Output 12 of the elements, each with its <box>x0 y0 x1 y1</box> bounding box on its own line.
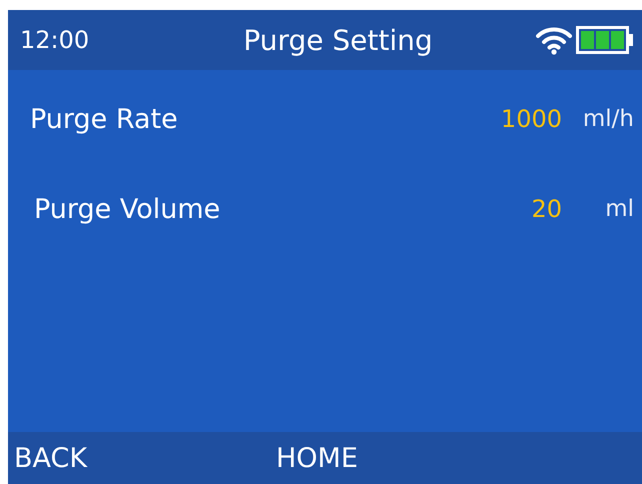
wifi-icon <box>536 25 572 55</box>
clock-time: 12:00 <box>20 26 90 54</box>
unit-label: ml <box>604 196 634 222</box>
setting-label: Purge Volume <box>34 194 222 224</box>
soft-key-label[interactable]: BACK <box>14 442 276 474</box>
screen-title: Purge Setting <box>242 24 434 56</box>
unit-label: ml/h <box>582 106 634 132</box>
soft-key-label[interactable]: HOME <box>276 442 358 474</box>
setting-value: 20 <box>531 195 562 223</box>
battery-icon <box>576 25 634 55</box>
setting-label: Purge Rate <box>30 104 179 134</box>
setting-value: 1000 <box>500 105 562 133</box>
